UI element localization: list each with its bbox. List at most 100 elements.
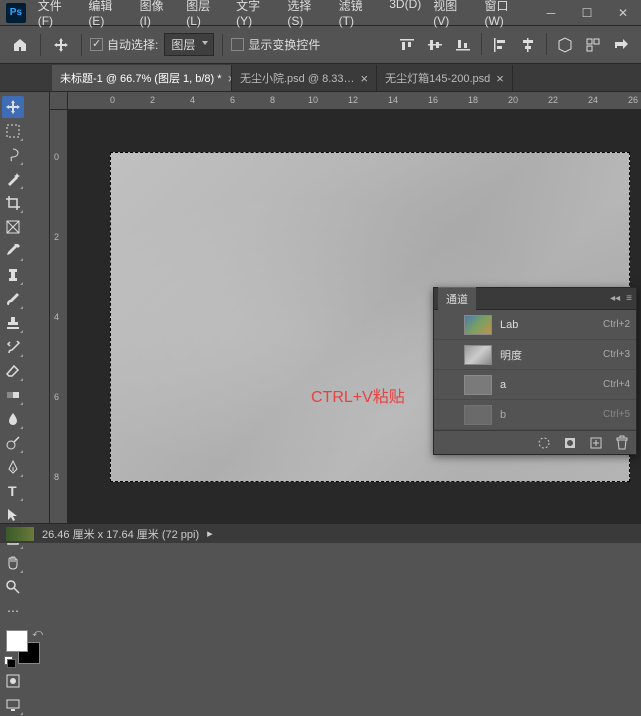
3d-mode-icon[interactable]: [553, 33, 577, 57]
panel-tab-channels[interactable]: 通道: [438, 287, 476, 310]
separator: [481, 33, 482, 55]
menu-select[interactable]: 选择(S): [281, 0, 332, 32]
ruler-vertical[interactable]: 02468: [50, 110, 68, 523]
menu-window[interactable]: 窗口(W): [478, 0, 533, 32]
channel-thumbnail: [464, 375, 492, 395]
separator: [546, 33, 547, 55]
align-left-icon[interactable]: [488, 33, 512, 57]
save-selection-icon[interactable]: [562, 435, 578, 451]
close-icon[interactable]: ×: [360, 71, 368, 86]
marquee-tool[interactable]: [2, 120, 24, 142]
swap-colors-icon[interactable]: ⤺: [32, 628, 43, 639]
auto-select-checkbox[interactable]: 自动选择:: [90, 36, 158, 53]
separator: [81, 34, 82, 56]
menu-bar: 文件(F) 编辑(E) 图像(I) 图层(L) 文字(Y) 选择(S) 滤镜(T…: [32, 0, 533, 32]
default-colors-icon[interactable]: [4, 656, 16, 668]
type-tool[interactable]: T: [2, 480, 24, 502]
healing-tool[interactable]: [2, 264, 24, 286]
ruler-origin[interactable]: [50, 92, 68, 110]
minimize-button[interactable]: ─: [533, 0, 569, 26]
maximize-button[interactable]: ☐: [569, 0, 605, 26]
new-channel-icon[interactable]: [588, 435, 604, 451]
gradient-tool[interactable]: [2, 384, 24, 406]
auto-select-dropdown[interactable]: 图层: [164, 33, 214, 56]
lasso-tool[interactable]: [2, 144, 24, 166]
stamp-tool[interactable]: [2, 312, 24, 334]
align-hcenter-icon[interactable]: [516, 33, 540, 57]
frame-tool[interactable]: [2, 216, 24, 238]
delete-channel-icon[interactable]: [614, 435, 630, 451]
separator: [40, 34, 41, 56]
channel-row-a[interactable]: a Ctrl+4: [434, 370, 636, 400]
panel-menu-icon[interactable]: ≡: [626, 293, 632, 304]
channel-row-lightness[interactable]: 明度 Ctrl+3: [434, 340, 636, 370]
align-bottom-icon[interactable]: [451, 33, 475, 57]
svg-text:T: T: [8, 483, 17, 499]
foreground-color-swatch[interactable]: [6, 630, 28, 652]
hand-tool[interactable]: [2, 552, 24, 574]
overlay-annotation: CTRL+V粘贴: [311, 383, 405, 407]
visibility-toggle[interactable]: [440, 377, 456, 393]
menu-3d[interactable]: 3D(D): [383, 0, 427, 32]
canvas-area: 02468101214161820222426 02468 CTRL+V粘贴 通…: [50, 92, 641, 523]
brush-tool[interactable]: [2, 288, 24, 310]
tab-document-2[interactable]: 无尘小院.psd @ 8.33…×: [232, 65, 377, 91]
panel-footer: [434, 430, 636, 454]
channel-thumbnail: [464, 345, 492, 365]
move-tool[interactable]: [2, 96, 24, 118]
status-bar: 26.46 厘米 x 17.64 厘米 (72 ppi) ▸: [0, 523, 641, 543]
channel-row-lab[interactable]: Lab Ctrl+2: [434, 310, 636, 340]
arrange-icon[interactable]: [581, 33, 605, 57]
load-selection-icon[interactable]: [536, 435, 552, 451]
channel-thumbnail: [464, 405, 492, 425]
history-brush-tool[interactable]: [2, 336, 24, 358]
quickmask-tool[interactable]: [2, 670, 24, 692]
magic-wand-tool[interactable]: [2, 168, 24, 190]
eraser-tool[interactable]: [2, 360, 24, 382]
crop-tool[interactable]: [2, 192, 24, 214]
workspace: T ⋯ ⤺ 02468101214161820222426 02468 CTRL…: [0, 92, 641, 523]
home-icon[interactable]: [8, 33, 32, 57]
zoom-tool[interactable]: [2, 576, 24, 598]
color-swatches: ⤺: [2, 628, 47, 668]
share-icon[interactable]: [609, 33, 633, 57]
menu-type[interactable]: 文字(Y): [230, 0, 281, 32]
tab-document-3[interactable]: 无尘灯箱145-200.psd×: [377, 65, 513, 91]
tab-document-1[interactable]: 未标题-1 @ 66.7% (图层 1, b/8) *×: [52, 65, 232, 91]
document-tabs: 未标题-1 @ 66.7% (图层 1, b/8) *× 无尘小院.psd @ …: [0, 64, 641, 92]
screenmode-tool[interactable]: [2, 694, 24, 716]
align-top-icon[interactable]: [395, 33, 419, 57]
close-icon[interactable]: ×: [496, 71, 504, 86]
channel-thumbnail: [464, 315, 492, 335]
menu-edit[interactable]: 编辑(E): [82, 0, 133, 32]
status-dimensions: 26.46 厘米 x 17.64 厘米 (72 ppi): [42, 526, 199, 542]
panel-collapse-icon[interactable]: ◂◂: [610, 293, 620, 304]
window-controls: ─ ☐ ✕: [533, 0, 641, 26]
blur-tool[interactable]: [2, 408, 24, 430]
channels-panel: 通道 ◂◂ ≡ Lab Ctrl+2 明度 Ctrl+3 a Ctrl+4: [433, 287, 637, 455]
visibility-toggle[interactable]: [440, 407, 456, 423]
menu-image[interactable]: 图像(I): [134, 0, 181, 32]
panel-tabstrip: 通道 ◂◂ ≡: [434, 288, 636, 310]
pen-tool[interactable]: [2, 456, 24, 478]
channel-row-b[interactable]: b Ctrl+5: [434, 400, 636, 430]
separator: [222, 34, 223, 56]
titlebar: Ps 文件(F) 编辑(E) 图像(I) 图层(L) 文字(Y) 选择(S) 滤…: [0, 0, 641, 26]
visibility-toggle[interactable]: [440, 317, 456, 333]
menu-file[interactable]: 文件(F): [32, 0, 83, 32]
menu-view[interactable]: 视图(V): [427, 0, 478, 32]
move-tool-preset-icon[interactable]: [49, 33, 73, 57]
eyedropper-tool[interactable]: [2, 240, 24, 262]
align-vcenter-icon[interactable]: [423, 33, 447, 57]
show-transform-checkbox[interactable]: 显示变换控件: [231, 36, 320, 53]
ruler-horizontal[interactable]: 02468101214161820222426: [68, 92, 641, 110]
menu-layer[interactable]: 图层(L): [180, 0, 230, 32]
toolbox: T ⋯ ⤺: [0, 92, 50, 523]
status-thumbnail: [6, 527, 34, 541]
close-button[interactable]: ✕: [605, 0, 641, 26]
menu-filter[interactable]: 滤镜(T): [333, 0, 384, 32]
status-menu-icon[interactable]: ▸: [207, 527, 213, 540]
dodge-tool[interactable]: [2, 432, 24, 454]
edit-toolbar[interactable]: ⋯: [2, 600, 24, 622]
visibility-toggle[interactable]: [440, 347, 456, 363]
